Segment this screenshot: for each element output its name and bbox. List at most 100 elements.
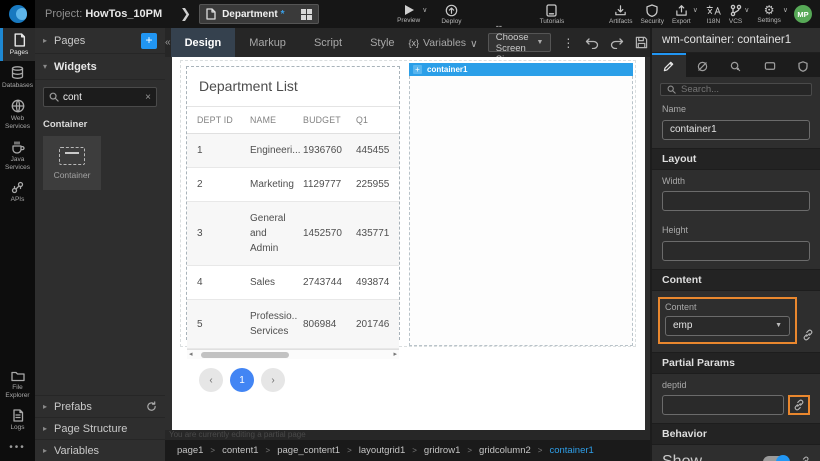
settings-chevron-icon[interactable]: ∨ (783, 6, 788, 14)
design-canvas[interactable]: Department List DEPT ID NAME BUDGET Q1 (165, 57, 650, 430)
tutorials-button[interactable]: Tutorials (540, 0, 565, 28)
table-row[interactable]: 1 Engineeri... 1936760 445455 (187, 134, 399, 168)
section-behavior[interactable]: Behavior (652, 423, 820, 445)
screen-size-select[interactable]: -- Choose Screen Size -- ▼ (488, 33, 552, 52)
preview-button[interactable]: Preview (397, 0, 420, 28)
tab-style[interactable]: Style (356, 28, 408, 57)
more-options-icon[interactable]: ⋮ (562, 36, 574, 50)
page-structure-accordion[interactable]: ▸ Page Structure (35, 417, 165, 439)
sidebar-item-file-explorer[interactable]: File Explorer (0, 365, 35, 404)
table-row[interactable]: 5 Professio.. Services 806984 201746 (187, 300, 399, 349)
breadcrumb-item[interactable]: page1 (177, 445, 203, 456)
table-row[interactable]: 2 Marketing 1129777 225955 (187, 168, 399, 202)
save-button[interactable] (635, 36, 648, 49)
sidebar-item-databases[interactable]: Databases (0, 61, 35, 94)
container1-widget[interactable] (409, 76, 633, 346)
tab-security[interactable] (786, 53, 820, 77)
export-chevron-icon[interactable]: ∨ (693, 6, 698, 14)
sidebar-item-logs[interactable]: Logs (0, 404, 35, 436)
gridcolumn2[interactable]: + container1 (409, 63, 633, 346)
preview-chevron-icon[interactable]: ∨ (422, 6, 427, 14)
sidebar-item-java-services[interactable]: Java Services (0, 136, 35, 176)
gridrow-outline[interactable]: Department List DEPT ID NAME BUDGET Q1 (180, 60, 636, 347)
variables-button[interactable]: {x} Variables ∨ (409, 36, 478, 50)
col-header[interactable]: Q1 (346, 107, 399, 134)
deptid-input[interactable] (662, 395, 784, 415)
prev-page-button[interactable]: ‹ (199, 368, 223, 392)
export-button[interactable]: Export (672, 0, 691, 28)
artifacts-button[interactable]: Artifacts (609, 0, 632, 28)
security-menu-button[interactable]: Security (640, 0, 663, 28)
more-menu-icon[interactable]: ••• (0, 436, 35, 461)
canvas-page[interactable]: Department List DEPT ID NAME BUDGET Q1 (172, 57, 645, 430)
scrollbar-thumb[interactable] (201, 352, 289, 358)
breadcrumb-item[interactable]: layoutgrid1 (359, 445, 405, 456)
container1-selection-bar[interactable]: + container1 (409, 63, 633, 76)
table-horizontal-scrollbar[interactable]: ◂ ▸ (187, 349, 399, 359)
bind-deptid-icon[interactable] (788, 395, 810, 415)
col-header[interactable]: DEPT ID (187, 107, 240, 134)
section-partial-params[interactable]: Partial Params (652, 352, 820, 374)
datatable-widget[interactable]: Department List DEPT ID NAME BUDGET Q1 (186, 66, 400, 340)
vcs-chevron-icon[interactable]: ∨ (744, 6, 749, 14)
breadcrumb-item[interactable]: gridcolumn2 (479, 445, 531, 456)
next-page-button[interactable]: › (261, 368, 285, 392)
content-select[interactable]: emp ▼ (665, 316, 790, 336)
tab-properties[interactable] (652, 53, 686, 77)
col-header[interactable]: NAME (240, 107, 293, 134)
tab-script[interactable]: Script (300, 28, 356, 57)
table-row[interactable]: 3 General and Admin 1452570 435771 (187, 202, 399, 266)
redo-button[interactable] (610, 37, 624, 49)
current-page-button[interactable]: 1 (230, 368, 254, 392)
breadcrumb-item[interactable]: content1 (222, 445, 258, 456)
bind-show-icon[interactable] (799, 456, 810, 461)
property-search (660, 83, 812, 96)
user-avatar[interactable]: MP (794, 5, 812, 23)
expanded-triangle-icon: ▾ (43, 62, 47, 71)
vcs-button[interactable]: VCS (729, 0, 742, 28)
logo-box[interactable] (0, 0, 35, 28)
table-row[interactable]: 4 Sales 2743744 493874 (187, 266, 399, 300)
sidebar-item-apis[interactable]: APIs (0, 176, 35, 208)
sidebar-item-web-services[interactable]: Web Services (0, 94, 35, 135)
api-nodes-icon (11, 181, 24, 194)
scroll-left-icon[interactable]: ◂ (189, 350, 193, 360)
section-layout[interactable]: Layout (652, 148, 820, 170)
tab-design[interactable]: Design (171, 28, 236, 57)
property-search-input[interactable] (681, 84, 805, 95)
tab-events[interactable] (719, 53, 753, 77)
prefabs-accordion[interactable]: ▸ Prefabs (35, 395, 165, 417)
name-input[interactable] (662, 120, 810, 140)
page-selector[interactable]: Department * (199, 4, 319, 24)
show-toggle[interactable] (763, 456, 789, 461)
gridcolumn1[interactable]: Department List DEPT ID NAME BUDGET Q1 (181, 61, 403, 346)
height-input[interactable] (662, 241, 810, 261)
container-widget-tile[interactable]: Container (43, 136, 101, 190)
breadcrumb-item[interactable]: page_content1 (277, 445, 340, 456)
pages-icon (13, 33, 26, 47)
clear-search-icon[interactable]: × (145, 92, 151, 103)
pages-accordion[interactable]: ▸ Pages + (35, 28, 165, 54)
i18n-button[interactable]: I18N (706, 0, 721, 28)
section-content[interactable]: Content (652, 269, 820, 291)
width-input[interactable] (662, 191, 810, 211)
breadcrumb-item[interactable]: gridrow1 (424, 445, 460, 456)
sidebar-item-pages[interactable]: Pages (0, 28, 35, 61)
variables-accordion[interactable]: ▸ Variables (35, 439, 165, 461)
tab-markup[interactable]: Markup (235, 28, 300, 57)
refresh-icon[interactable] (146, 401, 157, 412)
tab-styles[interactable] (686, 53, 720, 77)
add-page-button[interactable]: + (141, 33, 157, 49)
widget-search-input[interactable] (63, 92, 141, 103)
add-widget-icon[interactable]: + (413, 65, 422, 74)
undo-button[interactable] (585, 37, 599, 49)
page-switcher-icon[interactable] (301, 9, 312, 20)
col-header[interactable]: BUDGET (293, 107, 346, 134)
tab-devices[interactable] (753, 53, 787, 77)
deploy-button[interactable]: Deploy (441, 0, 461, 28)
settings-button[interactable]: ⚙ Settings (757, 0, 781, 28)
breadcrumb-item-active[interactable]: container1 (549, 445, 593, 456)
bind-content-icon[interactable] (802, 329, 814, 344)
scroll-right-icon[interactable]: ▸ (393, 350, 397, 360)
widgets-accordion[interactable]: ▾ Widgets (35, 54, 165, 80)
